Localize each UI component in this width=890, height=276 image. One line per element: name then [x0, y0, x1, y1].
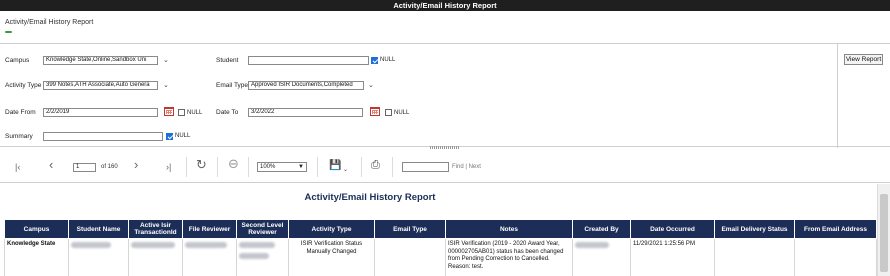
activity-type-select[interactable]: 399 Notes,ATH Associate,Auto Genera [43, 81, 158, 90]
parameters-panel: Campus Knowledge State,Online,Sandbox Un… [0, 43, 890, 149]
toolbar-divider [317, 157, 318, 177]
summary-null-label: NULL [175, 133, 191, 139]
column-header[interactable]: From Email Address [794, 219, 877, 239]
page-heading: Activity/Email History Report [5, 19, 94, 26]
column-header[interactable]: Activity Type [288, 219, 375, 239]
toolbar-divider [217, 157, 218, 177]
activity-type-cell: ISIR Verification Status Manually Change… [288, 238, 375, 276]
print-icon[interactable]: ⎙ [371, 160, 380, 171]
back-icon[interactable]: ⊖ [228, 157, 239, 170]
email-type-label: Email Type [216, 82, 249, 89]
student-label: Student [216, 57, 239, 64]
page-number-input[interactable]: 1 [73, 163, 96, 172]
campus-select[interactable]: Knowledge State,Online,Sandbox Uni [43, 56, 158, 65]
student-null-checkbox[interactable] [371, 57, 378, 64]
activity-type-chevron-down-icon[interactable]: ⌄ [163, 82, 169, 89]
scrollbar-thumb[interactable] [880, 194, 888, 272]
export-chevron-down-icon[interactable]: ⌄ [343, 165, 348, 175]
column-header[interactable]: Email Delivery Status [714, 219, 795, 239]
notes-cell: ISIR Verification (2019 - 2020 Award Yea… [445, 238, 573, 276]
second-level-reviewer-cell [236, 238, 289, 276]
next-link[interactable]: Next [469, 164, 481, 170]
summary-input[interactable] [43, 132, 163, 141]
zoom-chevron-down-icon: ▼ [298, 164, 304, 170]
email-type-select[interactable]: Approved ISIR Documents,Completed [248, 81, 364, 90]
heading-accent-bar [5, 31, 12, 33]
toolbar-divider [392, 157, 393, 177]
find-separator: | [465, 164, 467, 170]
summary-null-checkbox[interactable] [166, 133, 173, 140]
redacted-reviewer [239, 252, 269, 259]
window-title: Activity/Email History Report [393, 1, 497, 10]
campus-cell: Knowledge State [4, 238, 69, 276]
date-from-label: Date From [5, 109, 36, 116]
email-type-cell [374, 238, 446, 276]
from-email-address-cell [794, 238, 877, 276]
first-page-icon[interactable]: |‹ [15, 162, 20, 172]
last-page-icon[interactable]: ›| [166, 162, 171, 172]
view-report-button[interactable]: View Report [844, 54, 883, 65]
created-by-cell [572, 238, 631, 276]
toolbar-divider [361, 157, 362, 177]
column-header[interactable]: Active Isir TransactionId [128, 219, 183, 239]
column-header[interactable]: Notes [445, 219, 573, 239]
column-header[interactable]: Second Level Reviewer [236, 219, 289, 239]
toolbar-divider [186, 157, 187, 177]
column-header[interactable]: File Reviewer [182, 219, 237, 239]
zoom-select[interactable]: 100% ▼ [257, 162, 307, 172]
column-header[interactable]: Email Type [374, 219, 446, 239]
table-header-row: Campus Student Name Active Isir Transact… [4, 219, 877, 239]
next-page-icon[interactable]: › [134, 158, 138, 171]
redacted-created-by [575, 242, 609, 248]
redacted-file-reviewer [185, 242, 227, 248]
date-from-null-label: NULL [187, 110, 203, 116]
window-title-bar: Activity/Email History Report [0, 0, 890, 11]
date-occurred-cell: 11/29/2021 1:25:56 PM [630, 238, 715, 276]
file-reviewer-cell [182, 238, 237, 276]
date-from-input[interactable]: 2/2/2019 [43, 108, 158, 117]
student-null-label: NULL [380, 57, 396, 63]
student-input[interactable] [248, 56, 369, 65]
date-to-calendar-icon[interactable] [370, 107, 380, 116]
report-table: Campus Student Name Active Isir Transact… [4, 219, 877, 276]
date-to-input[interactable]: 3/2/2022 [248, 108, 363, 117]
toolbar-divider [248, 157, 249, 177]
student-name-cell [68, 238, 129, 276]
summary-label: Summary [5, 133, 33, 140]
panel-splitter-handle[interactable] [430, 146, 460, 149]
zoom-value: 100% [260, 164, 276, 170]
panel-divider [837, 44, 838, 148]
redacted-transaction-id [131, 242, 175, 248]
date-to-null-label: NULL [394, 110, 410, 116]
find-controls: Find | Next [452, 164, 481, 170]
date-from-null-checkbox[interactable] [178, 109, 185, 116]
campus-chevron-down-icon[interactable]: ⌄ [163, 57, 169, 64]
date-to-label: Date To [216, 109, 239, 116]
email-type-chevron-down-icon[interactable]: ⌄ [368, 82, 374, 89]
refresh-icon[interactable]: ↻ [196, 158, 207, 171]
previous-page-icon[interactable]: ‹ [49, 158, 53, 171]
redacted-student-name [71, 242, 111, 248]
email-delivery-status-cell [714, 238, 795, 276]
column-header[interactable]: Student Name [68, 219, 129, 239]
redacted-reviewer [239, 242, 275, 248]
report-title: Activity/Email History Report [304, 192, 436, 203]
find-input[interactable] [402, 162, 449, 172]
save-icon[interactable]: 💾 [329, 161, 341, 171]
date-to-null-checkbox[interactable] [385, 109, 392, 116]
column-header[interactable]: Date Occurred [630, 219, 715, 239]
column-header[interactable]: Created By [572, 219, 631, 239]
find-link[interactable]: Find [452, 164, 464, 170]
isir-transaction-cell [128, 238, 183, 276]
date-from-calendar-icon[interactable] [164, 107, 174, 116]
campus-label: Campus [5, 57, 30, 64]
page-count: of 160 [101, 164, 118, 170]
activity-type-label: Activity Type [5, 82, 42, 89]
report-scrollbar[interactable] [877, 184, 890, 276]
column-header[interactable]: Campus [4, 219, 69, 239]
table-row: Knowledge State ISIR Verification Status… [4, 238, 877, 276]
